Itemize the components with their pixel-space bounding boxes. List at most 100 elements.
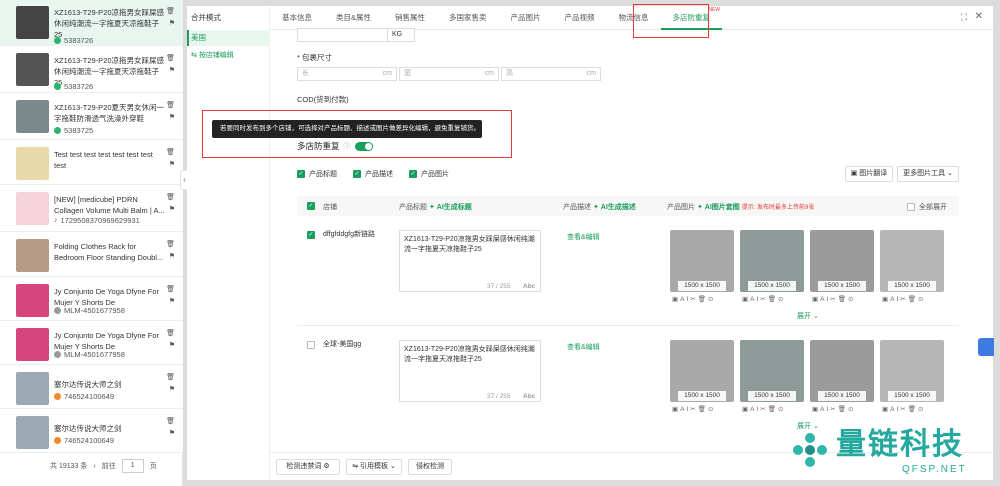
product-title: Folding Clothes Rack for Bedroom Floor S… <box>54 242 164 262</box>
edit-by-store-link[interactable]: ⇆ 按店铺编辑 <box>187 50 270 60</box>
row-checkbox[interactable] <box>307 340 319 349</box>
view-edit-link[interactable]: 查看&编辑 <box>567 232 600 242</box>
product-thumbnail <box>16 239 49 272</box>
delete-icon[interactable]: 🗑 <box>166 55 175 63</box>
dedupe-tooltip: 若要同时发布到多个店铺，可选择对产品标题、描述或图片做差异化编辑，避免重复铺货。 <box>212 120 482 138</box>
delete-icon[interactable]: 🗑 <box>166 330 175 338</box>
product-list-item[interactable]: Jy Conjunto De Yoga Dfyne For Mujer Y Sh… <box>0 278 183 321</box>
multi-store-dedupe-row: 多店防重复 ⓘ <box>297 140 373 152</box>
flag-icon[interactable]: ⚑ <box>169 161 175 169</box>
product-title-input[interactable]: XZ1613-T29-P20凉拖男女踩屎感休闲纯潮流一字拖夏天凉拖鞋子25 <box>399 340 541 402</box>
abc-button[interactable]: Abc <box>523 283 535 290</box>
delete-icon[interactable]: 🗑 <box>166 286 175 294</box>
product-list-item[interactable]: Folding Clothes Rack for Bedroom Floor S… <box>0 233 183 277</box>
option-desc[interactable]: ✓ 产品描述 <box>353 169 393 179</box>
ai-desc-button[interactable]: ✦ AI生成描述 <box>593 204 636 211</box>
image-tools[interactable]: ▣AI✂🗑⊙ <box>742 295 785 303</box>
infringement-check-button[interactable]: 侵权检测 <box>408 459 452 475</box>
delete-icon[interactable]: 🗑 <box>166 102 175 110</box>
site-item-us[interactable]: 美国 <box>187 30 270 46</box>
prev-page-icon[interactable]: ‹ <box>93 463 95 470</box>
product-list-item[interactable]: Test test test test test test test test … <box>0 141 183 185</box>
product-image[interactable]: 1500 x 1500 <box>880 340 944 402</box>
product-image[interactable]: 1500 x 1500 <box>740 230 804 292</box>
expand-all-toggle[interactable]: 全部展开 <box>907 202 947 212</box>
tab-sales-attributes[interactable]: 销售属性 <box>383 6 437 30</box>
delete-icon[interactable]: 🗑 <box>166 194 175 202</box>
image-tools[interactable]: ▣AI✂🗑⊙ <box>672 295 715 303</box>
product-image[interactable]: 1500 x 1500 <box>810 340 874 402</box>
tab-product-images[interactable]: 产品图片 <box>499 6 553 30</box>
shop-badge-icon <box>54 127 61 134</box>
product-image[interactable]: 1500 x 1500 <box>740 340 804 402</box>
logo-mark-icon <box>793 433 827 467</box>
weight-unit-select[interactable]: KG <box>387 28 415 42</box>
view-edit-link[interactable]: 查看&编辑 <box>567 342 600 352</box>
flag-icon[interactable]: ⚑ <box>169 67 175 75</box>
logo-text-cn: 量链科技 <box>836 428 964 461</box>
flag-icon[interactable]: ⚑ <box>169 386 175 394</box>
abc-button[interactable]: Abc <box>523 393 535 400</box>
product-image[interactable]: 1500 x 1500 <box>810 230 874 292</box>
product-list-item[interactable]: XZ1613-T29-P20凉拖男女踩屎感休闲纯潮流一字拖夏天凉拖鞋子25 53… <box>0 0 183 46</box>
flag-icon[interactable]: ⚑ <box>169 20 175 28</box>
image-tools[interactable]: ▣AI✂🗑⊙ <box>882 295 925 303</box>
product-list-item[interactable]: 塞尔达传说大师之剑 746524100649 🗑 ⚑ <box>0 410 183 453</box>
flag-icon[interactable]: ⚑ <box>169 206 175 214</box>
product-thumbnail <box>16 100 49 133</box>
tab-product-video[interactable]: 产品视频 <box>553 6 607 30</box>
page-input[interactable]: 1 <box>121 459 144 473</box>
product-sku: 5383726 <box>54 82 93 91</box>
delete-icon[interactable]: 🗑 <box>166 149 175 157</box>
close-icon[interactable]: ✕ <box>975 11 983 22</box>
option-title[interactable]: ✓ 产品标题 <box>297 169 337 179</box>
product-image[interactable]: 1500 x 1500 <box>670 230 734 292</box>
delete-icon[interactable]: 🗑 <box>166 374 175 382</box>
tab-category[interactable]: 类目&属性 <box>324 6 383 30</box>
more-image-tools-button[interactable]: 更多图片工具 ⌄ <box>897 166 959 182</box>
dedupe-toggle[interactable] <box>354 141 373 151</box>
detect-banned-words-button[interactable]: 检测违禁词 ⚙ <box>276 459 340 475</box>
apply-template-button[interactable]: ⇋ 引用模板 ⌄ <box>346 459 402 475</box>
image-translate-button[interactable]: ▣ 图片翻译 <box>845 166 893 182</box>
flag-icon[interactable]: ⚑ <box>169 298 175 306</box>
side-float-icon[interactable] <box>978 338 994 356</box>
product-list-item[interactable]: [NEW] [medicube] PDRN Collagen Volume Mu… <box>0 186 183 232</box>
delete-icon[interactable]: 🗑 <box>166 241 175 249</box>
flag-icon[interactable]: ⚑ <box>169 342 175 350</box>
length-input[interactable]: 长 cm <box>297 67 397 81</box>
image-tools[interactable]: ▣AI✂🗑⊙ <box>812 295 855 303</box>
flag-icon[interactable]: ⚑ <box>169 114 175 122</box>
product-list-item[interactable]: Jy Conjunto De Yoga Dfyne For Mujer Y Sh… <box>0 322 183 365</box>
product-list-item[interactable]: XZ1613-T29-P20夏天男女休闲一字拖鞋防滑透气洗澡外穿鞋 538372… <box>0 94 183 140</box>
col-title: 产品标题 ✦ AI生成标题 <box>399 204 472 211</box>
image-tools[interactable]: ▣AI✂🗑⊙ <box>882 405 925 413</box>
product-image[interactable]: 1500 x 1500 <box>670 340 734 402</box>
help-icon[interactable]: ⓘ <box>344 141 351 151</box>
flag-icon[interactable]: ⚑ <box>169 430 175 438</box>
product-thumbnail <box>16 328 49 361</box>
product-list-item[interactable]: XZ1613-T29-P20凉拖男女踩屎感休闲纯潮流一字拖夏天凉拖鞋子25 53… <box>0 47 183 93</box>
option-image[interactable]: ✓ 产品图片 <box>409 169 449 179</box>
delete-icon[interactable]: 🗑 <box>166 8 175 16</box>
fullscreen-icon[interactable]: ⛶ <box>961 12 967 23</box>
expand-link[interactable]: 展开 ⌄ <box>797 311 819 321</box>
tab-multi-country[interactable]: 多国家售卖 <box>437 6 499 30</box>
ai-image-button[interactable]: ✦ AI图片套图 <box>697 204 740 211</box>
merge-mode-label[interactable]: 合并模式 <box>187 12 270 23</box>
tab-basic-info[interactable]: 基本信息 <box>270 6 324 30</box>
image-tools[interactable]: ▣AI✂🗑⊙ <box>742 405 785 413</box>
width-input[interactable]: 宽 cm <box>399 67 499 81</box>
flag-icon[interactable]: ⚑ <box>169 253 175 261</box>
cod-label: COD(货到付款) <box>297 95 349 104</box>
select-all-checkbox[interactable]: ✓ <box>307 202 319 210</box>
product-list-item[interactable]: 塞尔达传说大师之剑 746524100649 🗑 ⚑ <box>0 366 183 409</box>
product-title-input[interactable]: XZ1613-T29-P20凉拖男女踩屎感休闲纯潮流一字拖夏天凉拖鞋子25 <box>399 230 541 292</box>
delete-icon[interactable]: 🗑 <box>166 418 175 426</box>
height-input[interactable]: 高 cm <box>501 67 601 81</box>
image-tools[interactable]: ▣AI✂🗑⊙ <box>672 405 715 413</box>
image-tools[interactable]: ▣AI✂🗑⊙ <box>812 405 855 413</box>
row-checkbox[interactable]: ✓ <box>307 230 319 239</box>
ai-title-button[interactable]: ✦ AI生成标题 <box>429 204 472 211</box>
product-image[interactable]: 1500 x 1500 <box>880 230 944 292</box>
